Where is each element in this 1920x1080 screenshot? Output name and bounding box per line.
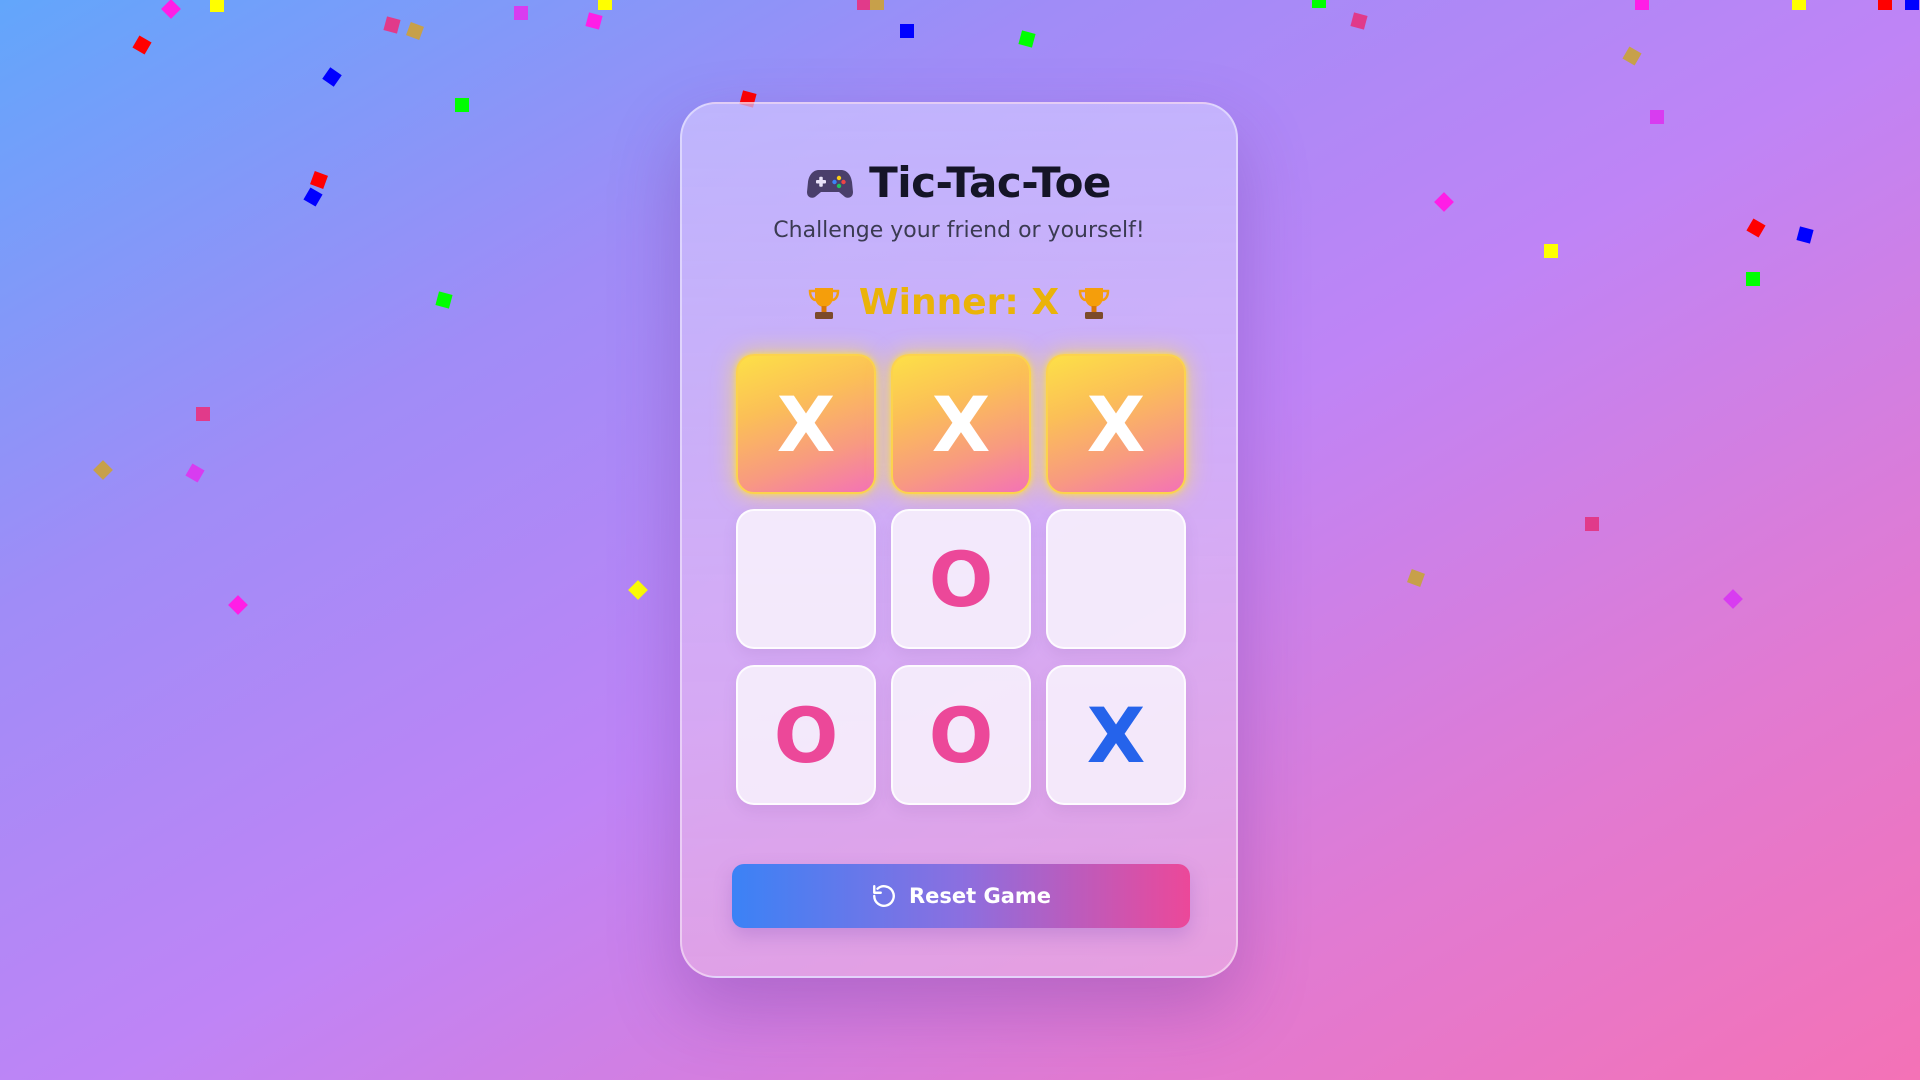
confetti-piece	[1746, 272, 1760, 286]
cell-mark: X	[1086, 379, 1146, 469]
confetti-piece	[322, 67, 342, 87]
confetti-piece	[435, 291, 453, 309]
board-cell[interactable]	[1046, 509, 1186, 649]
confetti-piece	[93, 460, 113, 480]
confetti-piece	[1635, 0, 1649, 10]
confetti-piece	[132, 35, 152, 55]
cell-mark: O	[773, 690, 839, 780]
confetti-piece	[900, 24, 914, 38]
confetti-piece	[514, 6, 528, 20]
confetti-piece	[1407, 569, 1425, 587]
confetti-piece	[383, 16, 401, 34]
subtitle: Challenge your friend or yourself!	[773, 218, 1145, 243]
reset-game-button[interactable]: Reset Game	[732, 864, 1190, 928]
confetti-piece	[1905, 0, 1919, 10]
confetti-piece	[1792, 0, 1806, 10]
confetti-piece	[1350, 12, 1368, 30]
board-cell[interactable]: O	[736, 665, 876, 805]
confetti-piece	[1650, 110, 1664, 124]
winner-text: Winner: X	[858, 282, 1060, 323]
confetti-piece	[196, 407, 210, 421]
confetti-piece	[228, 595, 248, 615]
confetti-piece	[857, 0, 871, 10]
page-title: Tic-Tac-Toe	[869, 158, 1111, 207]
confetti-piece	[210, 0, 224, 12]
confetti-piece	[628, 580, 648, 600]
board-cell[interactable]: X	[1046, 354, 1186, 494]
confetti-piece	[310, 171, 328, 189]
board-cell[interactable]: O	[891, 509, 1031, 649]
game-board: X X X O O O X	[736, 354, 1186, 806]
board-cell[interactable]: O	[891, 665, 1031, 805]
trophy-icon	[808, 287, 840, 319]
board-cell[interactable]: X	[1046, 665, 1186, 805]
board-cell[interactable]	[736, 509, 876, 649]
gamepad-icon	[807, 169, 854, 198]
confetti-piece	[1434, 192, 1454, 212]
cell-mark: X	[1086, 690, 1146, 780]
confetti-piece	[303, 187, 323, 207]
confetti-piece	[1723, 589, 1743, 609]
confetti-piece	[1622, 46, 1642, 66]
board-cell[interactable]: X	[891, 354, 1031, 494]
confetti-piece	[1544, 244, 1558, 258]
trophy-icon	[1078, 287, 1110, 319]
winner-status: Winner: X	[682, 282, 1236, 323]
confetti-piece	[585, 12, 603, 30]
board-cell[interactable]: X	[736, 354, 876, 494]
cell-mark: X	[931, 379, 991, 469]
confetti-piece	[1878, 0, 1892, 10]
reset-icon	[873, 885, 895, 907]
cell-mark: O	[928, 690, 994, 780]
confetti-piece	[1796, 226, 1814, 244]
confetti-piece	[1018, 30, 1036, 48]
confetti-piece	[185, 463, 205, 483]
confetti-piece	[598, 0, 612, 10]
confetti-piece	[1312, 0, 1326, 8]
confetti-piece	[455, 98, 469, 112]
game-card: Tic-Tac-Toe Challenge your friend or you…	[680, 102, 1238, 978]
confetti-piece	[870, 0, 884, 10]
cell-mark: X	[776, 379, 836, 469]
confetti-piece	[161, 0, 181, 19]
reset-button-label: Reset Game	[908, 884, 1052, 908]
title-row: Tic-Tac-Toe	[682, 158, 1236, 207]
confetti-piece	[406, 22, 424, 40]
confetti-piece	[1585, 517, 1599, 531]
confetti-piece	[1746, 218, 1766, 238]
cell-mark: O	[928, 534, 994, 624]
